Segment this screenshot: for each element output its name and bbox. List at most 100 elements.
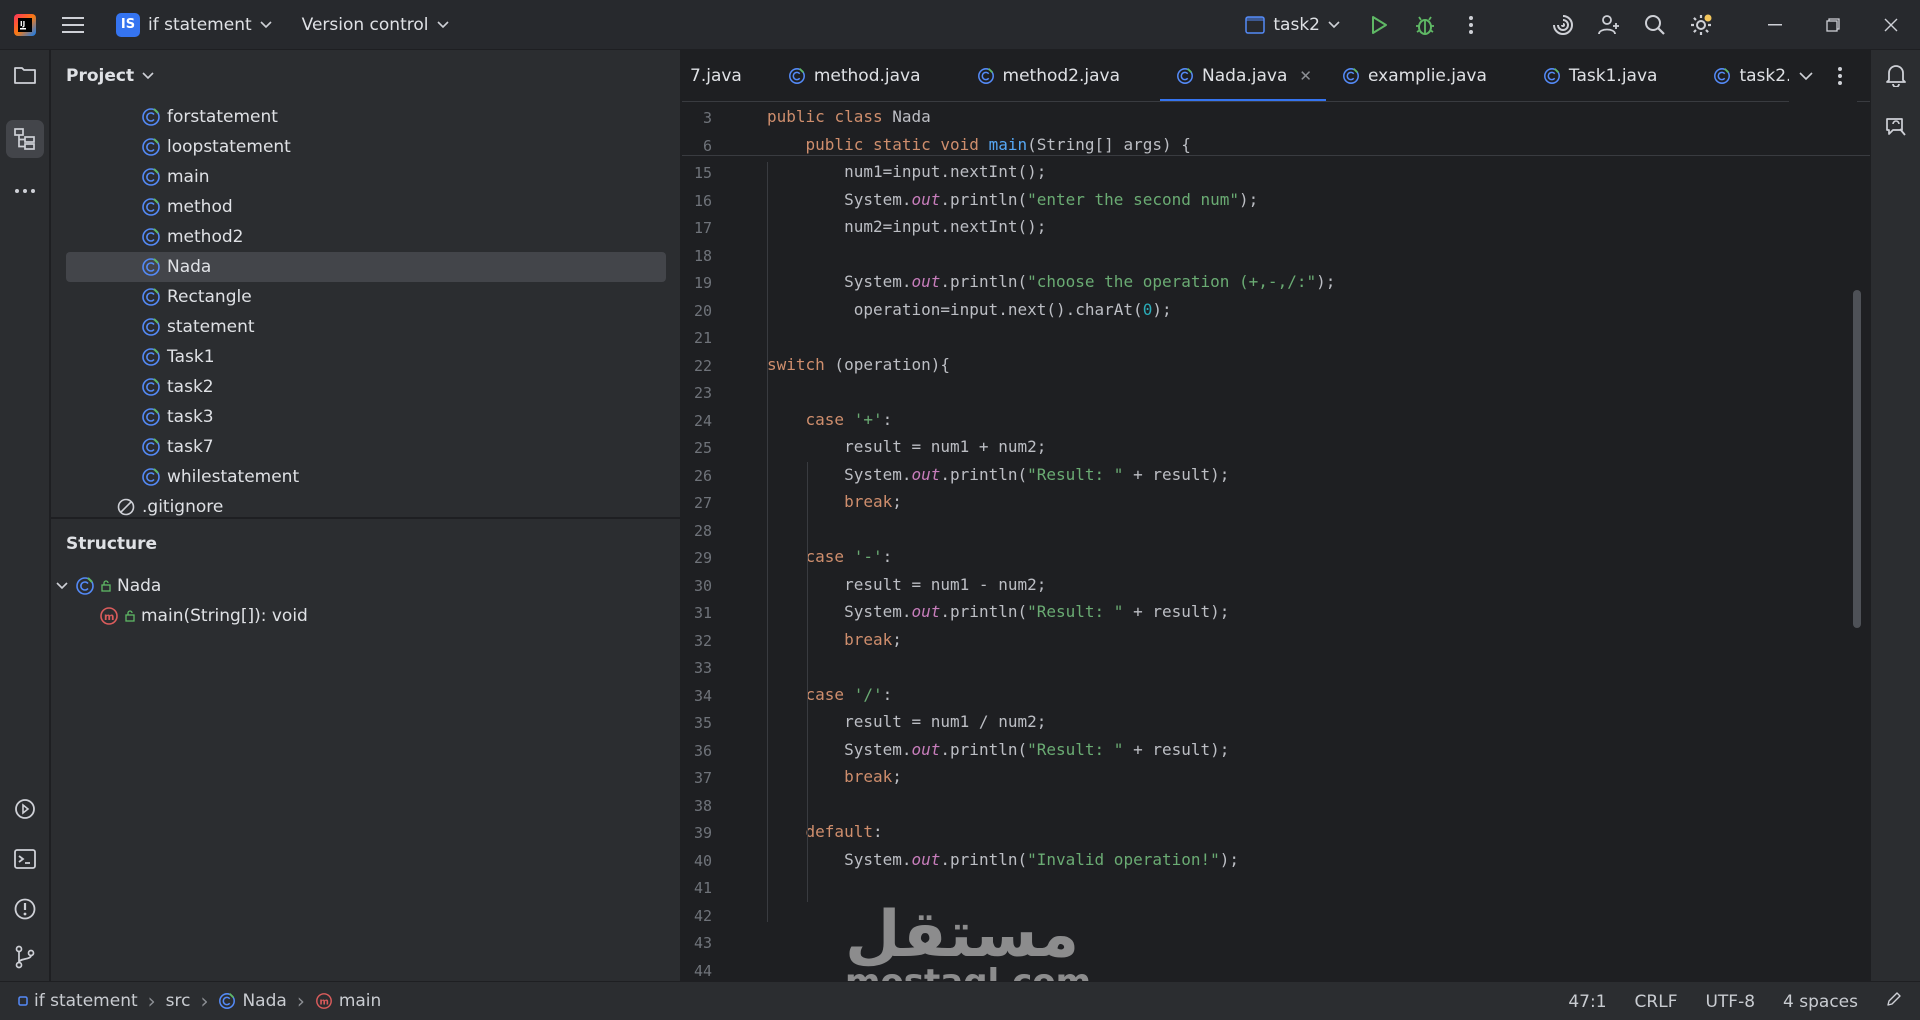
- terminal-tool-button[interactable]: [6, 840, 44, 878]
- editor-tab[interactable]: method.java: [772, 50, 961, 101]
- tab-list-button[interactable]: [1789, 50, 1823, 102]
- code-line[interactable]: break;: [767, 630, 902, 649]
- code-line[interactable]: default:: [767, 822, 883, 841]
- editor-scrollbar[interactable]: [1853, 290, 1861, 628]
- close-window-button[interactable]: [1862, 0, 1920, 50]
- tab-more-button[interactable]: [1823, 50, 1857, 102]
- line-number: 39: [693, 824, 712, 842]
- project-tree-item[interactable]: main: [141, 162, 651, 192]
- debug-button[interactable]: [1404, 4, 1446, 46]
- line-number: 34: [693, 686, 712, 705]
- editor-tab[interactable]: examplie.java: [1326, 50, 1527, 101]
- code-line[interactable]: case '+':: [767, 410, 893, 429]
- editor-tab[interactable]: Task1.java: [1527, 50, 1698, 101]
- chevron-down-icon[interactable]: [55, 581, 69, 591]
- ai-assistant-button[interactable]: [1542, 4, 1584, 46]
- code-line[interactable]: System.out.println("Result: " + result);: [767, 602, 1229, 621]
- project-tree-item[interactable]: Rectangle: [141, 282, 651, 312]
- close-tab-icon[interactable]: ✕: [1299, 67, 1312, 85]
- code-line[interactable]: operation=input.next().charAt(0);: [767, 300, 1172, 319]
- ai-chat-button[interactable]: [1877, 108, 1915, 146]
- code-with-me-button[interactable]: [1588, 4, 1630, 46]
- project-tree-item[interactable]: Nada: [66, 252, 666, 282]
- editor-tab[interactable]: method2.java: [961, 50, 1161, 101]
- structure-tool-button[interactable]: [6, 120, 44, 158]
- class-icon: [142, 408, 160, 426]
- project-panel-title: Project: [66, 66, 135, 86]
- read-only-toggle[interactable]: [1872, 991, 1920, 1012]
- line-number: 17: [693, 219, 712, 237]
- main-menu-icon[interactable]: [50, 0, 96, 50]
- code-line[interactable]: result = num1 + num2;: [767, 437, 1046, 456]
- code-line[interactable]: result = num1 / num2;: [767, 712, 1046, 731]
- version-control-menu[interactable]: Version control: [292, 8, 459, 42]
- intellij-logo-icon[interactable]: IJ: [0, 0, 50, 50]
- editor-area: 7.java method.java method2.java Nada.java ✕ e…: [681, 50, 1870, 981]
- project-tree-item[interactable]: method: [141, 192, 651, 222]
- code-line[interactable]: num2=input.nextInt();: [767, 217, 1046, 236]
- notifications-button[interactable]: [1877, 56, 1915, 94]
- project-panel-header[interactable]: Project: [51, 50, 680, 102]
- line-number: 21: [693, 329, 712, 347]
- code-line[interactable]: public static void main(String[] args) {: [767, 135, 1191, 154]
- code-line[interactable]: case '-':: [767, 547, 893, 566]
- run-config-selector[interactable]: task2: [1237, 8, 1348, 42]
- project-tree-item[interactable]: loopstatement: [141, 132, 651, 162]
- structure-class-node[interactable]: Nada: [55, 571, 665, 601]
- code-line[interactable]: result = num1 - num2;: [767, 575, 1046, 594]
- indent-guide: [767, 162, 768, 922]
- code-line[interactable]: System.out.println("Result: " + result);: [767, 740, 1229, 759]
- problems-tool-button[interactable]: [6, 890, 44, 928]
- more-actions-button[interactable]: [1450, 4, 1492, 46]
- restore-button[interactable]: [1804, 0, 1862, 50]
- minimize-button[interactable]: [1746, 0, 1804, 50]
- project-tree-item[interactable]: whilestatement: [141, 462, 651, 492]
- code-line[interactable]: System.out.println("choose the operation…: [767, 272, 1335, 291]
- more-tools-button[interactable]: [6, 172, 44, 210]
- indent-setting[interactable]: 4 spaces: [1769, 992, 1872, 1012]
- project-tree-item[interactable]: statement: [141, 312, 651, 342]
- project-tree-item-label: main: [167, 167, 210, 187]
- caret-position[interactable]: 47:1: [1554, 992, 1620, 1012]
- project-tool-button[interactable]: [6, 56, 44, 94]
- settings-button[interactable]: [1680, 4, 1722, 46]
- line-number: 26: [693, 466, 712, 485]
- project-tree-item[interactable]: task7: [141, 432, 651, 462]
- code-line[interactable]: case '/':: [767, 685, 893, 704]
- code-line[interactable]: switch (operation){: [767, 355, 950, 374]
- line-number: 28: [693, 521, 712, 540]
- code-line[interactable]: System.out.println("enter the second num…: [767, 190, 1258, 209]
- code-line[interactable]: break;: [767, 767, 902, 786]
- code-line[interactable]: System.out.println("Result: " + result);: [767, 465, 1229, 484]
- code-line[interactable]: public class Nada: [767, 107, 931, 126]
- code-line[interactable]: break;: [767, 492, 902, 511]
- line-number: 6: [702, 136, 712, 155]
- services-tool-button[interactable]: [6, 790, 44, 828]
- git-tool-button[interactable]: [6, 938, 44, 976]
- breadcrumb-item[interactable]: m main: [315, 991, 381, 1011]
- breadcrumb-item[interactable]: src: [166, 991, 191, 1011]
- file-encoding[interactable]: UTF-8: [1691, 992, 1769, 1012]
- code-line[interactable]: System.out.println("Invalid operation!")…: [767, 850, 1239, 869]
- project-tree-item[interactable]: forstatement: [141, 102, 651, 132]
- editor-tab[interactable]: 7.java: [682, 50, 772, 101]
- code-line[interactable]: num1=input.nextInt();: [767, 162, 1046, 181]
- project-tree-item[interactable]: .gitignore: [116, 492, 651, 517]
- code-editor[interactable]: 3 public class Nada 6 public static void m…: [682, 102, 1870, 981]
- project-tree-item[interactable]: method2: [141, 222, 651, 252]
- breadcrumb-item[interactable]: Nada: [218, 991, 287, 1011]
- project-tree-item-label: task7: [167, 437, 214, 457]
- run-button[interactable]: [1358, 4, 1400, 46]
- structure-method-node[interactable]: m main(String[]): void: [99, 601, 665, 631]
- search-button[interactable]: [1634, 4, 1676, 46]
- app-window-icon: [1245, 16, 1266, 34]
- project-tree-item[interactable]: task3: [141, 402, 651, 432]
- project-tree-item[interactable]: Task1: [141, 342, 651, 372]
- line-separator[interactable]: CRLF: [1621, 992, 1692, 1012]
- project-tree-item[interactable]: task2: [141, 372, 651, 402]
- editor-tab[interactable]: Nada.java ✕: [1160, 50, 1326, 101]
- project-selector[interactable]: IS if statement: [106, 8, 282, 42]
- breadcrumb-item[interactable]: if statement: [18, 991, 138, 1011]
- bell-icon: [1886, 65, 1906, 87]
- chevron-down-icon: [436, 20, 449, 28]
